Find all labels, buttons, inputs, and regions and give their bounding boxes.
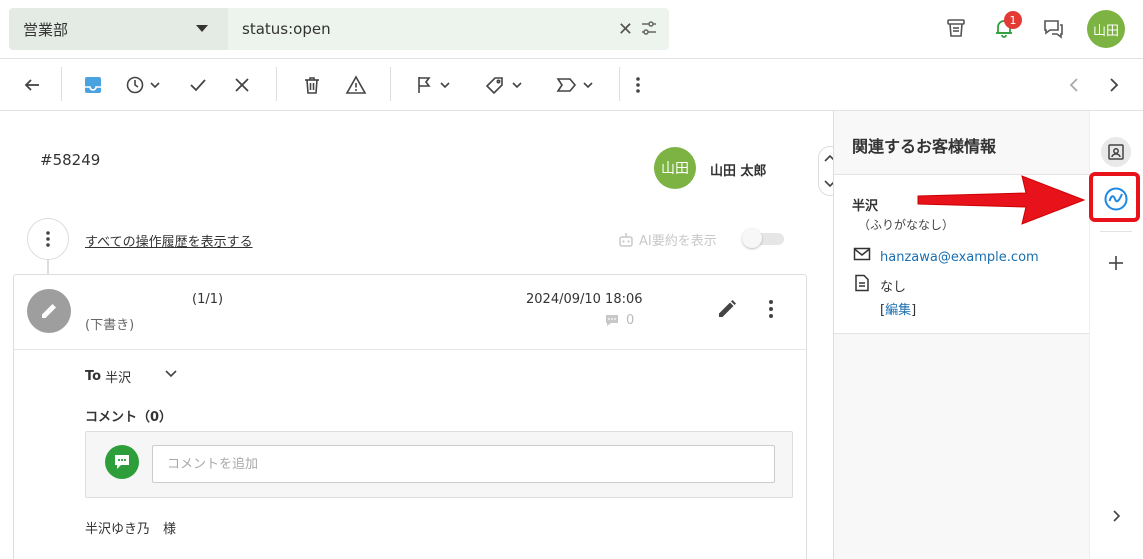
ticket-toolbar	[0, 59, 1143, 111]
recipient-salutation: 半沢ゆき乃 様	[85, 522, 177, 537]
trash-box-icon[interactable]	[942, 14, 970, 42]
chat-bubble-icon	[115, 455, 129, 469]
back-button[interactable]	[18, 71, 46, 99]
draft-count: (1/1)	[192, 292, 224, 307]
expand-rail-icon[interactable]	[1101, 501, 1131, 531]
assignee-avatar[interactable]: 山田	[654, 147, 696, 189]
edit-draft-button[interactable]	[716, 298, 738, 324]
customer-email-link[interactable]: hanzawa@example.com	[880, 250, 1039, 265]
more-actions-icon[interactable]	[624, 71, 652, 99]
inbox-button[interactable]	[79, 71, 107, 99]
toolbar-divider	[619, 67, 620, 101]
highlight-annotation	[1089, 172, 1140, 222]
draft-label: (下書き)	[85, 318, 135, 333]
recipient-to-line: To 半沢	[85, 367, 131, 386]
pencil-icon	[42, 304, 56, 318]
comment-section-title: コメント（0）	[85, 410, 173, 425]
customer-name: 半沢	[852, 199, 879, 214]
comment-count-value: 0	[626, 313, 635, 328]
add-app-icon[interactable]	[1101, 248, 1131, 278]
ai-summary-toggle-label: AI要約を表示	[617, 230, 717, 249]
search-value[interactable]: status:open	[242, 20, 331, 38]
contact-card-icon[interactable]	[1101, 137, 1131, 167]
toolbar-divider	[276, 67, 277, 101]
filter-settings-icon[interactable]	[641, 21, 657, 39]
ai-summary-toggle[interactable]	[742, 228, 786, 248]
ticket-id: #58249	[40, 151, 101, 169]
previous-ticket-button[interactable]	[1062, 71, 1086, 99]
customer-panel-title: 関連するお客様情報	[852, 137, 997, 156]
robot-icon	[619, 232, 633, 247]
pencil-icon	[719, 300, 736, 317]
flag-dropdown-button[interactable]	[414, 71, 454, 99]
rail-divider	[1100, 231, 1132, 232]
search-bar[interactable]: status:open ✕	[228, 8, 669, 50]
caret-down-icon	[196, 25, 208, 32]
customer-edit-link[interactable]: 編集	[885, 303, 911, 318]
history-more-icon[interactable]	[27, 218, 69, 260]
mail-icon	[853, 247, 871, 265]
spam-warning-button[interactable]	[342, 71, 370, 99]
comment-bubble-icon	[606, 315, 618, 326]
draft-message-header[interactable]: (1/1) (下書き) 2024/09/10 18:06 0	[14, 275, 806, 350]
document-icon	[854, 274, 870, 296]
toggle-knob	[742, 228, 762, 248]
assignee-name: 山田 太郎	[710, 164, 767, 179]
edit-bracket-close: ]	[911, 303, 917, 318]
clear-search-icon[interactable]: ✕	[618, 19, 633, 40]
delete-button[interactable]	[298, 71, 326, 99]
draft-message-card: (1/1) (下書き) 2024/09/10 18:06 0 To 半沢 コメン…	[13, 274, 807, 559]
comment-count: 0	[604, 313, 634, 328]
tag-dropdown-button[interactable]	[484, 71, 526, 99]
chat-icon[interactable]	[1039, 14, 1067, 42]
draft-date: 2024/09/10 18:06	[526, 292, 643, 307]
department-select[interactable]: 営業部	[9, 8, 228, 50]
comment-input[interactable]	[152, 445, 775, 483]
snooze-button[interactable]	[125, 71, 165, 99]
resolve-button[interactable]	[184, 71, 212, 99]
customer-note: なし	[880, 280, 907, 295]
ai-summary-label: AI要約を表示	[639, 234, 717, 249]
user-avatar[interactable]: 山田	[1087, 10, 1125, 48]
department-select-value: 営業部	[23, 20, 69, 39]
red-arrow-annotation	[916, 174, 1086, 230]
notification-badge: 1	[1004, 11, 1022, 29]
next-ticket-button[interactable]	[1102, 71, 1126, 99]
label-dropdown-button[interactable]	[555, 71, 597, 99]
comment-composer	[85, 431, 793, 498]
comment-avatar	[105, 445, 139, 479]
to-label: To	[85, 369, 102, 384]
draft-pencil-avatar	[27, 289, 71, 333]
show-all-history-link[interactable]: すべての操作履歴を表示する	[85, 231, 253, 250]
toolbar-divider	[390, 67, 391, 101]
customer-edit: [編集]	[880, 299, 916, 318]
toolbar-divider	[61, 67, 62, 101]
to-recipient: 半沢	[105, 371, 132, 386]
chevron-down-icon[interactable]	[164, 368, 178, 384]
timeline-connector	[47, 260, 49, 274]
top-bar: 営業部 status:open ✕ 1 山田	[0, 0, 1143, 59]
close-button[interactable]	[228, 71, 256, 99]
draft-more-icon[interactable]	[764, 298, 778, 324]
